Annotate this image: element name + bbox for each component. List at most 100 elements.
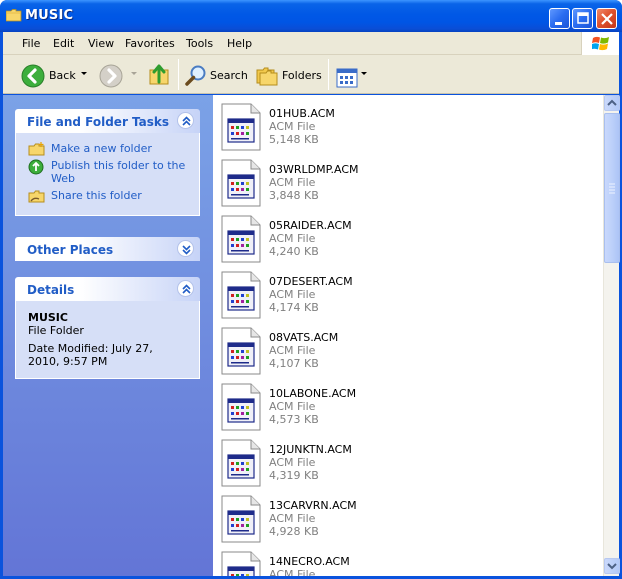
- other-places-header[interactable]: Other Places: [15, 237, 200, 261]
- file-name: 07DESERT.ACM: [269, 275, 353, 288]
- file-item[interactable]: 05RAIDER.ACM ACM File 4,240 KB: [221, 215, 591, 271]
- menu-edit[interactable]: Edit: [53, 37, 74, 50]
- acm-file-icon: [221, 327, 261, 375]
- file-size: 4,240 KB: [269, 245, 319, 258]
- back-arrow-icon[interactable]: [21, 63, 45, 89]
- scroll-up-arrow-icon: [607, 99, 617, 106]
- minimize-button[interactable]: [549, 8, 570, 29]
- grip-icon: [609, 183, 615, 194]
- maximize-icon: [577, 12, 589, 24]
- file-item[interactable]: 14NECRO.ACM ACM File: [221, 551, 591, 576]
- expand-button[interactable]: [177, 240, 194, 257]
- detail-folder-name: MUSIC: [28, 311, 68, 324]
- file-folder-tasks-header[interactable]: File and Folder Tasks: [15, 109, 200, 133]
- file-name: 08VATS.ACM: [269, 331, 339, 344]
- acm-file-icon: [221, 103, 261, 151]
- file-type: ACM File: [269, 568, 316, 576]
- file-item[interactable]: 13CARVRN.ACM ACM File 4,928 KB: [221, 495, 591, 551]
- scroll-up-button[interactable]: [604, 95, 620, 111]
- file-type: ACM File: [269, 344, 316, 357]
- search-button-label[interactable]: Search: [210, 69, 248, 82]
- panel-title: Other Places: [27, 243, 114, 257]
- task-share-folder[interactable]: Share this folder: [28, 189, 187, 203]
- menu-help[interactable]: Help: [227, 37, 252, 50]
- task-label: Share this folder: [51, 189, 142, 202]
- acm-file-icon: [221, 159, 261, 207]
- forward-dropdown-arrow[interactable]: [131, 72, 137, 75]
- acm-file-icon: [221, 271, 261, 319]
- explorer-window: MUSIC File Edit View Favorites Tools Hel…: [0, 0, 622, 579]
- close-button[interactable]: [596, 8, 617, 29]
- detail-date-modified: Date Modified: July 27, 2010, 9:57 PM: [28, 342, 153, 368]
- maximize-button[interactable]: [572, 8, 593, 29]
- file-type: ACM File: [269, 288, 316, 301]
- collapse-button[interactable]: [177, 112, 194, 129]
- file-name: 13CARVRN.ACM: [269, 499, 357, 512]
- window-title: MUSIC: [25, 8, 74, 23]
- back-dropdown-arrow[interactable]: [81, 72, 87, 75]
- menu-bar: File Edit View Favorites Tools Help: [3, 32, 619, 55]
- file-folder-tasks-panel: File and Folder Tasks Make a new folder: [15, 109, 200, 216]
- file-list[interactable]: 01HUB.ACM ACM File 5,148 KB 03WRLDMP.ACM ACM…: [213, 95, 603, 576]
- acm-file-icon: [221, 495, 261, 543]
- close-icon: [601, 13, 613, 25]
- file-item[interactable]: 03WRLDMP.ACM ACM File 3,848 KB: [221, 159, 591, 215]
- file-type: ACM File: [269, 512, 316, 525]
- acm-file-icon: [221, 383, 261, 431]
- new-folder-icon: [28, 142, 45, 156]
- file-type: ACM File: [269, 456, 316, 469]
- task-make-new-folder[interactable]: Make a new folder: [28, 142, 187, 156]
- file-item[interactable]: 12JUNKTN.ACM ACM File 4,319 KB: [221, 439, 591, 495]
- file-item[interactable]: 01HUB.ACM ACM File 5,148 KB: [221, 103, 591, 159]
- file-name: 01HUB.ACM: [269, 107, 335, 120]
- folders-button-label[interactable]: Folders: [282, 69, 322, 82]
- acm-file-icon: [221, 439, 261, 487]
- back-button-label[interactable]: Back: [49, 69, 76, 82]
- file-type: ACM File: [269, 232, 316, 245]
- windows-flag-icon: [592, 36, 609, 51]
- file-name: 03WRLDMP.ACM: [269, 163, 359, 176]
- file-size: 4,174 KB: [269, 301, 319, 314]
- forward-arrow-icon[interactable]: [99, 63, 123, 89]
- menu-favorites[interactable]: Favorites: [125, 37, 175, 50]
- file-type: ACM File: [269, 176, 316, 189]
- file-name: 05RAIDER.ACM: [269, 219, 352, 232]
- detail-folder-type: File Folder: [28, 324, 84, 337]
- views-dropdown-arrow[interactable]: [361, 72, 367, 75]
- scroll-thumb[interactable]: [604, 113, 620, 263]
- acm-file-icon: [221, 215, 261, 263]
- task-pane: File and Folder Tasks Make a new folder: [3, 95, 213, 576]
- title-bar[interactable]: MUSIC: [0, 0, 622, 32]
- minimize-icon: [555, 22, 562, 25]
- file-type: ACM File: [269, 400, 316, 413]
- file-item[interactable]: 08VATS.ACM ACM File 4,107 KB: [221, 327, 591, 383]
- search-icon[interactable]: [185, 63, 209, 89]
- task-publish-folder[interactable]: Publish this folder to the Web: [28, 159, 187, 185]
- chevron-down-icon: [182, 245, 191, 255]
- folders-icon[interactable]: [255, 63, 279, 89]
- file-item[interactable]: 07DESERT.ACM ACM File 4,174 KB: [221, 271, 591, 327]
- vertical-scrollbar[interactable]: [603, 95, 620, 576]
- menu-view[interactable]: View: [88, 37, 114, 50]
- file-item[interactable]: 10LABONE.ACM ACM File 4,573 KB: [221, 383, 591, 439]
- up-folder-icon[interactable]: [147, 62, 171, 88]
- details-header[interactable]: Details: [15, 277, 200, 301]
- acm-file-icon: [221, 551, 261, 576]
- details-panel: Details MUSIC File Folder Date Modified:…: [15, 277, 200, 379]
- file-name: 10LABONE.ACM: [269, 387, 357, 400]
- scroll-down-button[interactable]: [604, 558, 620, 574]
- windows-logo: [581, 32, 619, 55]
- views-icon[interactable]: [336, 65, 358, 91]
- file-name: 12JUNKTN.ACM: [269, 443, 352, 456]
- file-size: 5,148 KB: [269, 133, 319, 146]
- panel-title: Details: [27, 283, 75, 297]
- share-folder-icon: [28, 190, 45, 203]
- menu-file[interactable]: File: [22, 37, 40, 50]
- task-label: Make a new folder: [51, 142, 152, 155]
- collapse-button[interactable]: [177, 280, 194, 297]
- file-size: 4,573 KB: [269, 413, 319, 426]
- details-body: MUSIC File Folder Date Modified: July 27…: [15, 301, 200, 379]
- toolbar-separator: [328, 59, 329, 90]
- panel-title: File and Folder Tasks: [27, 115, 170, 129]
- menu-tools[interactable]: Tools: [186, 37, 213, 50]
